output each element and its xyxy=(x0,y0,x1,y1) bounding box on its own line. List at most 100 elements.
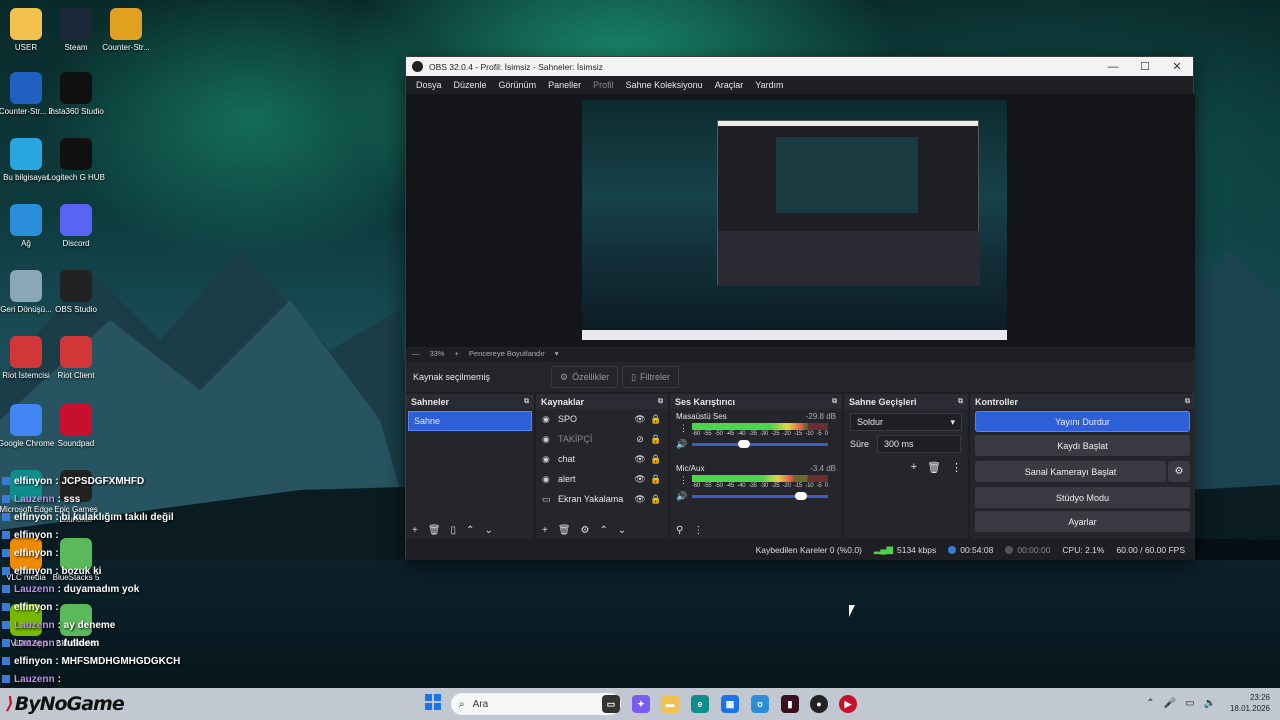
eye-icon[interactable]: 👁 xyxy=(632,474,648,485)
menu-item[interactable]: Sahne Koleksiyonu xyxy=(620,80,709,90)
menu-item[interactable]: Dosya xyxy=(410,80,448,90)
menu-item[interactable]: Düzenle xyxy=(448,80,493,90)
microphone-icon[interactable]: 🎤 xyxy=(1164,698,1176,709)
lock-icon[interactable]: 🔒 xyxy=(648,454,664,465)
scene-item[interactable]: Sahne xyxy=(408,411,532,431)
desktop-icon[interactable]: Discord xyxy=(46,204,106,249)
chevron-down-icon[interactable]: ⌄ xyxy=(484,525,492,536)
duration-field[interactable]: 300 ms xyxy=(877,435,962,453)
source-item[interactable]: ◉ SPO 👁 🔒 xyxy=(536,409,668,429)
taskbar-search[interactable]: ⌕ Ara xyxy=(451,693,621,715)
preview-area[interactable] xyxy=(406,94,1195,347)
maximize-button[interactable]: ☐ xyxy=(1129,60,1161,73)
menu-item[interactable]: Paneller xyxy=(542,80,587,90)
obs-titlebar[interactable]: OBS 32.0.4 - Profil: İsimsiz - Sahneler:… xyxy=(406,57,1193,76)
popout-icon[interactable]: ⧉ xyxy=(1185,398,1190,406)
popout-icon[interactable]: ⧉ xyxy=(958,398,963,406)
add-source-button[interactable]: + xyxy=(542,525,548,536)
chat-message: Lauzenn: xyxy=(2,670,232,688)
zoom-in-button[interactable]: + xyxy=(455,349,459,358)
volume-icon[interactable]: 🔊 xyxy=(1204,698,1216,709)
transition-select[interactable]: Soldur ▾ xyxy=(850,413,962,431)
chevron-down-icon[interactable]: ▾ xyxy=(555,349,559,358)
network-icon[interactable]: ▭ xyxy=(1185,698,1194,709)
more-options-icon[interactable]: ⋮ xyxy=(951,461,962,474)
task-view-icon[interactable]: ▭ xyxy=(602,695,620,713)
more-options-icon[interactable]: ⋮ xyxy=(693,525,703,536)
lock-icon[interactable]: 🔒 xyxy=(648,474,664,485)
desktop-icon[interactable]: Counter-Str... xyxy=(96,8,156,53)
chevron-up-icon[interactable]: ⌃ xyxy=(1146,698,1154,709)
volume-icon[interactable]: 🔊 xyxy=(676,491,687,502)
obs-window[interactable]: OBS 32.0.4 - Profil: İsimsiz - Sahneler:… xyxy=(405,56,1195,560)
volume-icon[interactable]: 🔊 xyxy=(676,439,687,450)
add-scene-button[interactable]: + xyxy=(412,525,418,536)
lock-icon[interactable]: 🔒 xyxy=(648,494,664,505)
add-transition-button[interactable]: + xyxy=(911,461,917,474)
filters-button[interactable]: ▯ Filtreler xyxy=(622,366,680,388)
file-explorer-icon[interactable]: ▬ xyxy=(661,695,679,713)
trash-icon[interactable]: 🗑 xyxy=(558,525,571,536)
chevron-down-icon[interactable]: ⌄ xyxy=(618,525,626,536)
copilot-icon[interactable]: ✦ xyxy=(632,695,650,713)
desktop-icon[interactable]: Soundpad xyxy=(46,404,106,449)
fit-to-window-button[interactable]: Pencereye Boyutlandır xyxy=(469,349,545,358)
close-button[interactable]: ✕ xyxy=(1161,60,1193,73)
chevron-up-icon[interactable]: ⌃ xyxy=(466,525,474,536)
lock-icon[interactable]: 🔒 xyxy=(648,434,664,445)
eye-icon[interactable]: 👁 xyxy=(632,454,648,465)
app-icon[interactable]: ▮ xyxy=(781,695,799,713)
trash-icon[interactable]: 🗑 xyxy=(428,525,441,536)
desktop-icon[interactable]: OBS Studio xyxy=(46,270,106,315)
lock-icon[interactable]: 🔒 xyxy=(648,414,664,425)
outlook-icon[interactable]: o xyxy=(751,695,769,713)
popout-icon[interactable]: ⧉ xyxy=(524,398,529,406)
filter-icon[interactable]: ▯ xyxy=(451,525,457,536)
zoom-out-button[interactable]: — xyxy=(412,349,420,358)
desktop-icon[interactable]: Logitech G HUB xyxy=(46,138,106,183)
volume-slider[interactable] xyxy=(692,440,828,448)
chevron-up-icon[interactable]: ⌃ xyxy=(600,525,608,536)
source-item[interactable]: ▭ Ekran Yakalama 👁 🔒 xyxy=(536,489,668,509)
source-item[interactable]: ◉ chat 👁 🔒 xyxy=(536,449,668,469)
menu-item[interactable]: Görünüm xyxy=(493,80,543,90)
source-item[interactable]: ◉ alert 👁 🔒 xyxy=(536,469,668,489)
audio-mixer-dock: Ses Karıştırıcı ⧉ Masaüstü Ses -29.8 dB ⋮ -6… xyxy=(670,394,842,539)
start-virtual-camera-button[interactable]: Sanal Kamerayı Başlat xyxy=(975,461,1166,482)
popout-icon[interactable]: ⧉ xyxy=(832,398,837,406)
popout-icon[interactable]: ⧉ xyxy=(658,398,663,406)
gear-icon[interactable]: ⚙ xyxy=(1168,461,1190,482)
eye-off-icon[interactable]: ⊘ xyxy=(632,434,648,445)
start-recording-button[interactable]: Kaydı Başlat xyxy=(975,435,1190,456)
stop-streaming-button[interactable]: Yayını Durdur xyxy=(975,411,1190,432)
edge-icon[interactable]: e xyxy=(691,695,709,713)
meter-tick-label: -25 xyxy=(771,483,780,489)
gear-icon[interactable]: ⚙ xyxy=(581,525,590,536)
windows-start-icon[interactable] xyxy=(425,694,441,710)
menu-item[interactable]: Araçlar xyxy=(709,80,750,90)
more-options-icon[interactable]: ⋮ xyxy=(679,423,688,434)
more-options-icon[interactable]: ⋮ xyxy=(679,475,688,486)
meter-tick-label: 0 xyxy=(824,483,828,489)
meter-tick-label: -35 xyxy=(748,431,757,437)
clock[interactable]: 23:26 18.01.2026 xyxy=(1230,692,1270,714)
eye-icon[interactable]: 👁 xyxy=(632,414,648,425)
studio-mode-button[interactable]: Stüdyo Modu xyxy=(975,487,1190,508)
obs-taskbar-icon[interactable]: ● xyxy=(810,695,828,713)
desktop-icon[interactable]: Riot Client xyxy=(46,336,106,381)
properties-button[interactable]: ⚙ Özellikler xyxy=(551,366,619,388)
store-icon[interactable]: ▦ xyxy=(721,695,739,713)
source-item[interactable]: ◉ TAKİPÇİ ⊘ 🔒 xyxy=(536,429,668,449)
trash-icon[interactable]: 🗑 xyxy=(927,461,941,474)
soundpad-taskbar-icon[interactable]: ▶ xyxy=(839,695,857,713)
desktop-icon[interactable]: Insta360 Studio xyxy=(46,72,106,117)
source-name: SPO xyxy=(558,414,578,424)
program-preview[interactable] xyxy=(582,100,1007,340)
advanced-audio-icon[interactable]: ⚲ xyxy=(676,525,683,536)
settings-button[interactable]: Ayarlar xyxy=(975,511,1190,532)
volume-slider[interactable] xyxy=(692,492,828,500)
eye-icon[interactable]: 👁 xyxy=(632,494,648,505)
meter-tick-label: -45 xyxy=(725,431,735,437)
minimize-button[interactable]: — xyxy=(1097,61,1129,73)
menu-item[interactable]: Yardım xyxy=(749,80,789,90)
